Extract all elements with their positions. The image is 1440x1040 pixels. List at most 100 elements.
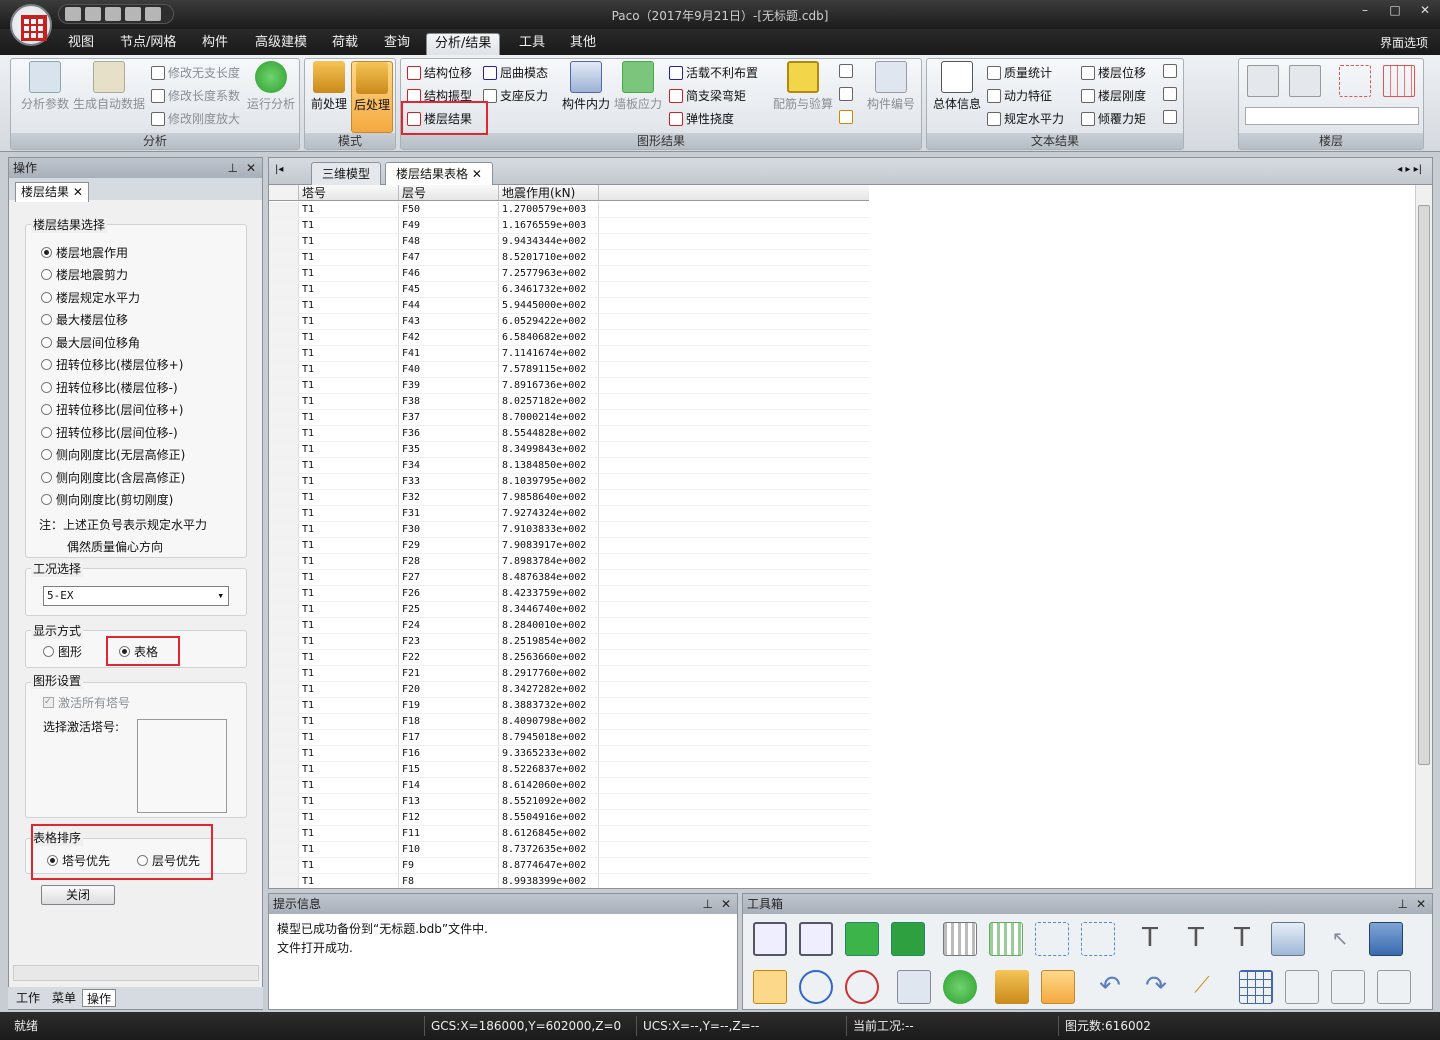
graphic-option-3-icon[interactable] (839, 110, 853, 124)
row-header-cell[interactable] (269, 490, 299, 505)
row-header-cell[interactable] (269, 794, 299, 809)
table-row[interactable]: T1 F21 8.2917760e+002 (269, 666, 869, 682)
modify-unbraced-button[interactable]: 修改无支长度 (151, 64, 240, 81)
elastic-deflection-button[interactable]: 弹性挠度 (669, 110, 734, 127)
autogen-data-button[interactable]: 生成自动数据 (73, 61, 145, 112)
summary-info-button[interactable]: 总体信息 (930, 61, 984, 112)
row-header-cell[interactable] (269, 330, 299, 345)
row-header-cell[interactable] (269, 346, 299, 361)
table-row[interactable]: T1 F16 9.3365233e+002 (269, 746, 869, 762)
tab-operation[interactable]: 操作 (82, 989, 117, 1007)
row-header-cell[interactable] (269, 730, 299, 745)
live-load-unfavorable-button[interactable]: 活载不利布置 (669, 64, 758, 81)
floor-stiffness-button[interactable]: 楼层刚度 (1081, 87, 1146, 104)
specified-force-button[interactable]: 规定水平力 (987, 110, 1064, 127)
select-circle-icon[interactable] (799, 970, 833, 1004)
tab-work[interactable]: 工作 (12, 989, 44, 1007)
close-button[interactable]: 关闭 (41, 885, 115, 905)
row-header-cell[interactable] (269, 506, 299, 521)
maximize-icon[interactable]: □ (1380, 0, 1410, 20)
table-row[interactable]: T1 F25 8.3446740e+002 (269, 602, 869, 618)
row-header-cell[interactable] (269, 714, 299, 729)
radio-option-9[interactable]: 侧向刚度比(无层高修正) (41, 446, 185, 463)
modify-stiffness-button[interactable]: 修改刚度放大 (151, 110, 240, 127)
tab-scroll-left-icon[interactable]: |◂ (275, 164, 283, 175)
run-analysis-tool-icon[interactable] (943, 970, 977, 1004)
view-box-wire-icon[interactable] (753, 922, 787, 956)
row-header-cell[interactable] (269, 298, 299, 313)
table-row[interactable]: T1 F22 8.2563660e+002 (269, 650, 869, 666)
close-panel-icon[interactable]: ✕ (246, 158, 256, 178)
table-row[interactable]: T1 F24 8.2840010e+002 (269, 618, 869, 634)
view-box-solid-icon[interactable] (845, 922, 879, 956)
open-file-icon[interactable] (85, 7, 101, 21)
table-row[interactable]: T1 F38 8.0257182e+002 (269, 394, 869, 410)
table-row[interactable]: T1 F19 8.3883732e+002 (269, 698, 869, 714)
dimension-icon[interactable] (1081, 922, 1115, 956)
row-header-cell[interactable] (269, 458, 299, 473)
close-tab-icon[interactable]: ✕ (73, 185, 83, 199)
table-row[interactable]: T1 F31 7.9274324e+002 (269, 506, 869, 522)
table-row[interactable]: T1 F33 8.1039795e+002 (269, 474, 869, 490)
row-header-cell[interactable] (269, 602, 299, 617)
table-row[interactable]: T1 F35 8.3499843e+002 (269, 442, 869, 458)
table-row[interactable]: T1 F46 7.2577963e+002 (269, 266, 869, 282)
table-row[interactable]: T1 F37 8.7000214e+002 (269, 410, 869, 426)
table-row[interactable]: T1 F17 8.7945018e+002 (269, 730, 869, 746)
row-header-cell[interactable] (269, 842, 299, 857)
radio-option-1[interactable]: 楼层地震剪力 (41, 266, 128, 283)
row-header-cell[interactable] (269, 858, 299, 873)
floor-stair-down-icon[interactable] (1289, 65, 1321, 97)
floor-displacement-button[interactable]: 楼层位移 (1081, 64, 1146, 81)
app-logo-icon[interactable] (10, 4, 52, 46)
table-row[interactable]: T1 F10 8.7372635e+002 (269, 842, 869, 858)
tab-node-grid[interactable]: 节点/网格 (112, 33, 184, 55)
lock-tool-icon[interactable] (1041, 970, 1075, 1004)
pointer-icon[interactable]: ↖ (1323, 922, 1357, 956)
close-window-icon[interactable]: ✕ (1410, 0, 1440, 20)
table-row[interactable]: T1 F13 8.5521092e+002 (269, 794, 869, 810)
grid-toggle-icon[interactable] (1239, 970, 1273, 1004)
scroll-thumb[interactable] (1418, 205, 1430, 765)
radio-option-6[interactable]: 扭转位移比(楼层位移-) (41, 379, 178, 396)
table-row[interactable]: T1 F28 7.8983784e+002 (269, 554, 869, 570)
text-option-2-icon[interactable] (1163, 87, 1177, 101)
radio-option-0[interactable]: 楼层地震作用 (41, 244, 128, 261)
redo-icon[interactable] (145, 7, 161, 21)
table-row[interactable]: T1 F43 6.0529422e+002 (269, 314, 869, 330)
floor-select-dropdown[interactable] (1245, 107, 1419, 125)
row-header-cell[interactable] (269, 282, 299, 297)
modify-length-coef-button[interactable]: 修改长度系数 (151, 87, 240, 104)
radio-sort-tower[interactable]: 塔号优先 (47, 852, 110, 869)
floor-plan-icon[interactable] (1339, 65, 1371, 97)
tab-view[interactable]: 视图 (60, 33, 102, 55)
table-row[interactable]: T1 F42 6.5840682e+002 (269, 330, 869, 346)
column-header-seismic-force[interactable]: 地震作用(kN) (499, 185, 599, 200)
measure-tool-icon[interactable]: ⟋ (1185, 970, 1219, 1004)
simple-beam-moment-button[interactable]: 简支梁弯矩 (669, 87, 746, 104)
radio-option-7[interactable]: 扭转位移比(层间位移+) (41, 401, 183, 418)
undo-icon[interactable] (125, 7, 141, 21)
table-row[interactable]: T1 F23 8.2519854e+002 (269, 634, 869, 650)
row-header-cell[interactable] (269, 826, 299, 841)
view-box-hidden-icon[interactable] (799, 922, 833, 956)
close-doc-tab-icon[interactable]: ✕ (472, 167, 482, 181)
row-header-cell[interactable] (269, 634, 299, 649)
activate-all-towers-checkbox[interactable]: ✓ 激活所有塔号 (43, 694, 130, 711)
table-row[interactable]: T1 F45 6.3461732e+002 (269, 282, 869, 298)
table-row[interactable]: T1 F14 8.6142060e+002 (269, 778, 869, 794)
mass-stat-button[interactable]: 质量统计 (987, 64, 1052, 81)
table-row[interactable]: T1 F29 7.9083917e+002 (269, 538, 869, 554)
new-file-icon[interactable] (65, 7, 81, 21)
floor-grid-icon[interactable] (1383, 65, 1415, 97)
table-row[interactable]: T1 F12 8.5504916e+002 (269, 810, 869, 826)
table-row[interactable]: T1 F15 8.5226837e+002 (269, 762, 869, 778)
structure-mode-shape-button[interactable]: 结构振型 (407, 87, 472, 104)
frame-wire-icon[interactable] (943, 922, 977, 956)
radio-option-3[interactable]: 最大楼层位移 (41, 311, 128, 328)
table-row[interactable]: T1 F26 8.4233759e+002 (269, 586, 869, 602)
tab-floor-results[interactable]: 楼层结果 ✕ (15, 182, 89, 202)
ui-options-menu[interactable]: 界面选项 (1380, 34, 1428, 51)
tab-nav-icons[interactable]: ◂ ▸ ▸| (1397, 164, 1422, 175)
row-header-cell[interactable] (269, 202, 299, 217)
